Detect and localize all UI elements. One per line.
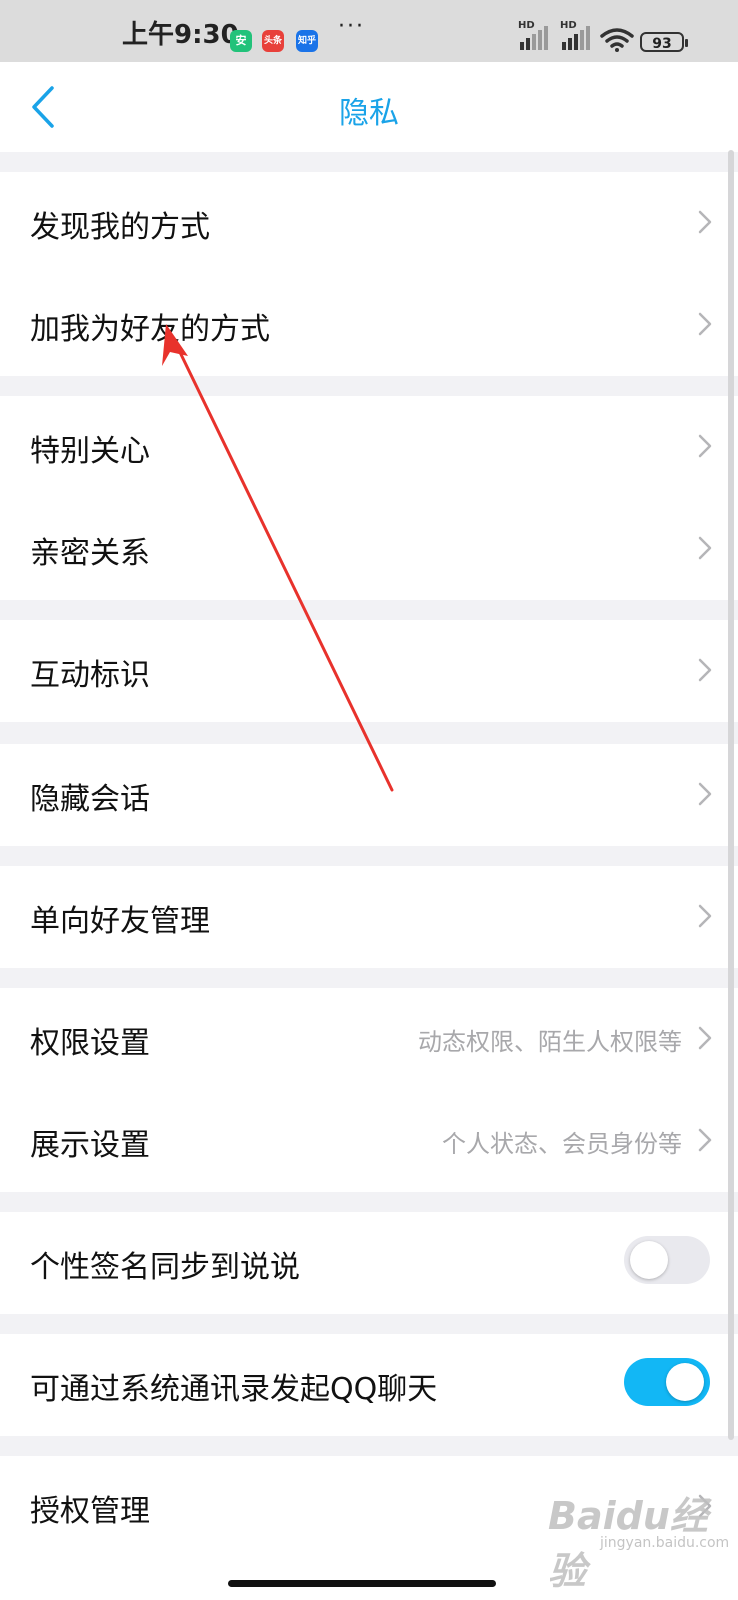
baidu-watermark-url: jingyan.baidu.com (600, 1535, 730, 1551)
home-indicator[interactable] (228, 1580, 496, 1587)
annotation-arrow (162, 324, 394, 792)
